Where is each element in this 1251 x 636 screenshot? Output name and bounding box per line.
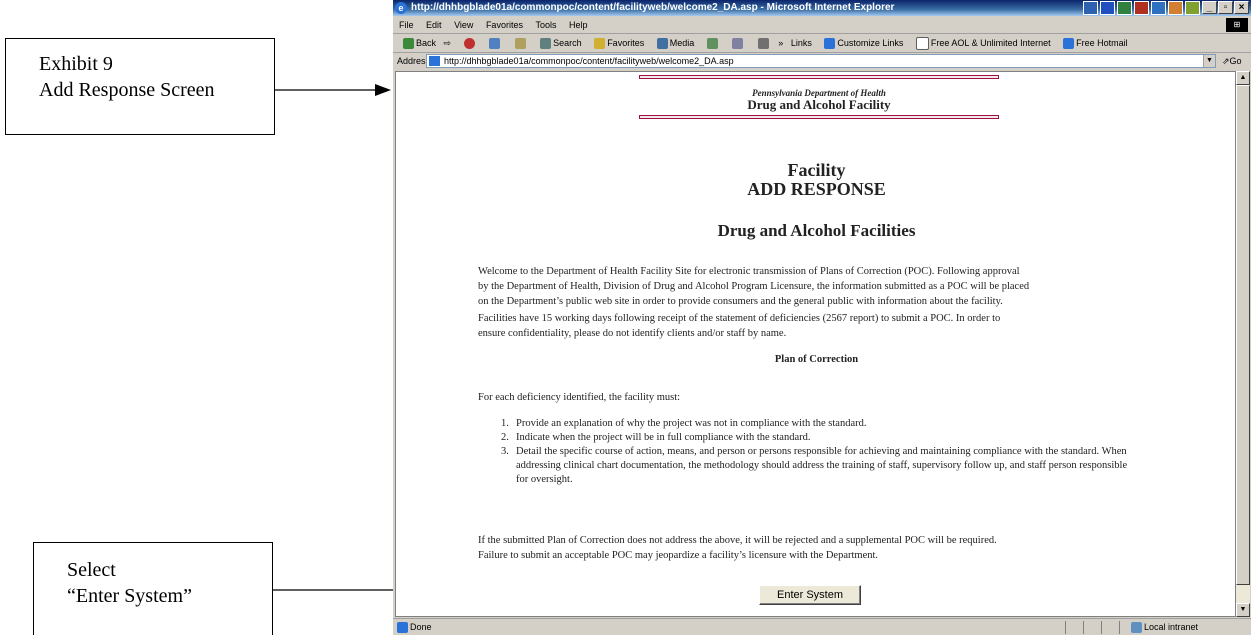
app-icon[interactable] [1168,1,1183,15]
page-icon [429,56,440,66]
refresh-button[interactable] [484,38,502,50]
history-button[interactable] [702,38,720,50]
customize-links[interactable]: Customize Links [819,38,903,50]
print-icon [757,38,769,50]
page-title: Facility [787,160,846,180]
list-item: 2. Indicate when the project will be in f… [501,432,811,443]
status-divider [1101,621,1102,634]
menu-bar: File Edit View Favorites Tools Help [393,17,1251,34]
exhibit-callout: Exhibit 9 Add Response Screen [5,38,275,135]
browser-window: e http://dhhbgblade01a/commonpoc/content… [393,0,1251,635]
app-icon[interactable] [1185,1,1200,15]
welcome-paragraph: Welcome to the Department of Health Faci… [478,266,1030,307]
maximize-button[interactable]: ▫ [1218,1,1233,14]
status-divider [1083,621,1084,634]
free-aol-link[interactable]: Free AOL & Unlimited Internet [911,37,1051,51]
more-chevron-icon[interactable]: » [778,38,783,48]
taskbar-icons [1083,1,1200,15]
print-button[interactable] [753,38,771,50]
menu-file[interactable]: File [399,20,414,30]
menu-help[interactable]: Help [569,20,588,30]
rejection-paragraph: If the submitted Plan of Correction does… [478,535,997,561]
list-item: 3. Detail the specific course of action, … [501,446,1128,485]
enter-system-button[interactable]: Enter System [759,585,861,605]
scroll-up-icon[interactable]: ▲ [1236,71,1250,85]
select-label: Select [67,559,116,581]
window-controls: _ ▫ × [1202,1,1249,14]
exhibit-arrow [275,84,391,96]
select-caption: “Enter System” [67,585,192,607]
intranet-icon [1131,622,1142,634]
go-button[interactable]: ⇗Go [1222,53,1242,70]
vertical-scrollbar[interactable]: ▲ ▼ [1236,71,1250,617]
title-bar: e http://dhhbgblade01a/commonpoc/content… [393,0,1251,16]
windows-logo-icon: ⊞ [1226,18,1248,32]
forward-button[interactable]: ⇨ [444,38,452,48]
menu-edit[interactable]: Edit [426,20,442,30]
exhibit-caption: Add Response Screen [39,79,215,101]
scroll-down-icon[interactable]: ▼ [1236,603,1250,617]
refresh-icon [489,38,501,50]
app-icon[interactable] [1083,1,1098,15]
search-button[interactable]: Search [535,38,582,50]
home-button[interactable] [510,38,528,50]
stop-icon [463,38,475,50]
scroll-thumb[interactable] [1236,85,1250,585]
links-label[interactable]: Links [791,38,812,48]
home-icon [514,38,526,50]
menu-favorites[interactable]: Favorites [486,20,523,30]
status-divider [1065,621,1066,634]
list-item: 1. Provide an explanation of why the proj… [501,418,867,429]
security-zone: Local intranet [1131,619,1198,636]
media-icon [656,38,668,50]
banner-rule-bottom [639,115,999,119]
app-icon[interactable] [1117,1,1132,15]
select-callout: Select “Enter System” [33,542,273,635]
page-viewport: Pennsylvania Department of Health Drug a… [395,71,1236,617]
back-arrow-icon [403,38,414,50]
exhibit-label: Exhibit 9 [39,53,113,75]
menu-view[interactable]: View [454,20,473,30]
search-icon [540,38,552,50]
status-done: Done [397,619,432,636]
back-button[interactable]: Back [398,38,436,50]
ie-page-icon [397,622,408,634]
mail-icon [732,38,744,50]
app-icon[interactable] [1100,1,1115,15]
free-hotmail-link[interactable]: Free Hotmail [1058,38,1128,50]
deadline-paragraph: Facilities have 15 working days followin… [478,313,1001,339]
ie-page-icon [824,38,836,50]
standard-toolbar: Back ⇨ Search Favorites Media » Links Cu… [393,34,1251,53]
address-input[interactable]: http://dhhbgblade01a/commonpoc/content/f… [426,54,1216,68]
app-icon[interactable] [1151,1,1166,15]
stop-button[interactable] [459,38,477,50]
status-bar: Done Local intranet [393,618,1251,636]
minimize-button[interactable]: _ [1202,1,1217,14]
dropdown-arrow-icon[interactable]: ▼ [1203,55,1215,67]
instructions-paragraph: For each deficiency identified, the faci… [478,392,681,403]
page-subtitle: ADD RESPONSE [747,179,886,199]
requirements-list: 1. Provide an explanation of why the proj… [501,417,1141,487]
address-value: http://dhhbgblade01a/commonpoc/content/f… [444,56,734,66]
poc-heading: Plan of Correction [774,354,859,365]
star-icon [594,38,606,50]
header-banner: Pennsylvania Department of Health Drug a… [639,72,999,150]
section-heading: Drug and Alcohol Facilities [717,221,916,240]
history-icon [706,38,718,50]
favorites-button[interactable]: Favorites [589,38,644,50]
window-title: http://dhhbgblade01a/commonpoc/content/f… [411,2,895,13]
media-button[interactable]: Media [652,38,694,50]
menu-tools[interactable]: Tools [535,20,556,30]
address-bar: Address http://dhhbgblade01a/commonpoc/c… [393,53,1251,70]
banner-rule-top [639,75,999,79]
mail-button[interactable] [727,38,745,50]
ie-logo-icon: e [395,2,407,14]
page-icon [915,37,929,51]
close-button[interactable]: × [1234,1,1249,14]
ie-page-icon [1063,38,1075,50]
facility-type: Drug and Alcohol Facility [747,97,891,112]
go-arrow-icon: ⇗ [1222,56,1230,66]
status-divider [1119,621,1120,634]
app-icon[interactable] [1134,1,1149,15]
